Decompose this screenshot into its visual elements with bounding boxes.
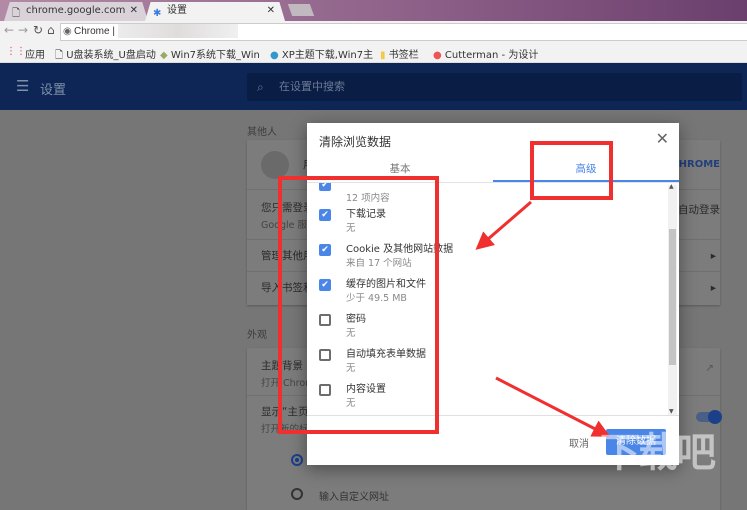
- arrow-to-list: [475, 200, 532, 250]
- arrow-to-clear-button: [495, 376, 611, 437]
- watermark-logo: 下载吧: [600, 430, 716, 476]
